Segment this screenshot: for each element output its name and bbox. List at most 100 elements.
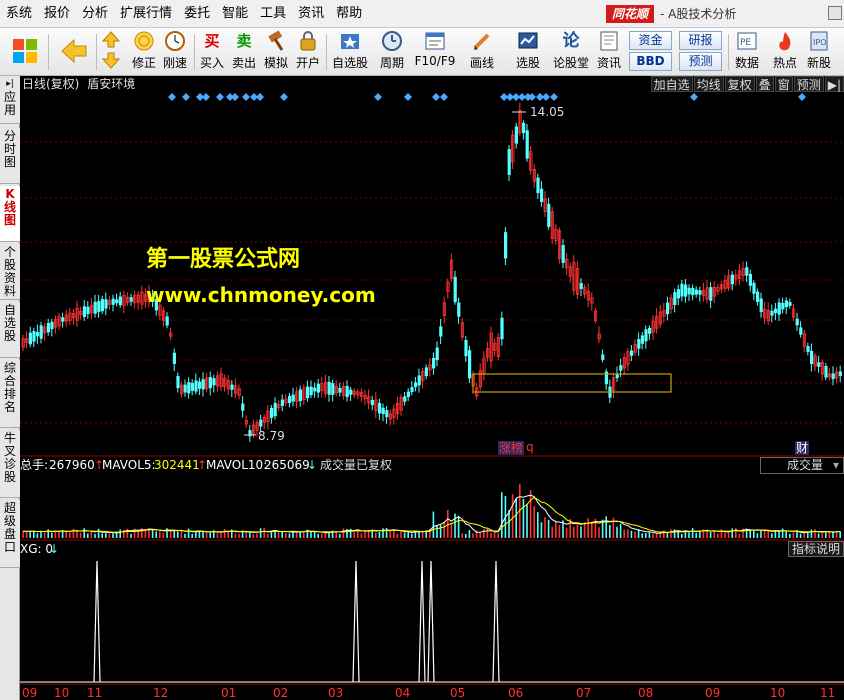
volume-adjust-note: 成交量已复权 — [320, 458, 393, 472]
new-stock-button[interactable]: IPO 新股 — [804, 30, 834, 74]
tab-super-level2[interactable]: 超级盘口 — [0, 500, 20, 568]
signal-diamond-icon — [216, 93, 224, 101]
menu-smart[interactable]: 智能 — [216, 0, 254, 28]
menu-help[interactable]: 帮助 — [330, 0, 368, 28]
expand-button[interactable]: ▶| — [824, 76, 844, 92]
speed-test-button[interactable]: 刚速 — [160, 30, 190, 74]
finance-event-label[interactable]: 财 — [795, 441, 810, 455]
ma-button[interactable]: 均线 — [693, 76, 724, 92]
back-button[interactable] — [56, 30, 92, 74]
candle-body — [467, 350, 472, 379]
tab-diagnosis[interactable]: 牛叉诊股 — [0, 430, 20, 498]
candle-body — [748, 273, 753, 286]
signal-diamond-icon — [404, 93, 412, 101]
adjust-button[interactable]: 复权 — [724, 76, 755, 92]
menu-quote[interactable]: 报价 — [38, 0, 76, 28]
tab-apps[interactable]: ▸| 应用 — [0, 76, 20, 124]
news-button[interactable]: 资讯 — [594, 30, 624, 74]
window-button[interactable]: 窗 — [774, 76, 793, 92]
mavol10-label: MAVOL10: — [206, 458, 268, 472]
ipo-icon: IPO — [808, 30, 830, 52]
candle-body — [457, 302, 461, 317]
watchlist-button[interactable]: 自选股 — [330, 30, 370, 74]
candle-body — [540, 188, 544, 203]
forum-button[interactable]: 论 论股堂 — [552, 30, 590, 74]
menu-news[interactable]: 资讯 — [292, 0, 330, 28]
signal-diamond-icon — [550, 93, 558, 101]
signal-spike — [427, 560, 435, 683]
news-icon — [598, 30, 620, 52]
indicator-explain-button[interactable]: 指标说明 — [788, 541, 844, 557]
menu-analysis[interactable]: 分析 — [76, 0, 114, 28]
toolbar-overflow[interactable] — [838, 30, 844, 74]
chart-header: 日线(复权) 盾安环境 加自选 均线 复权 叠 窗 预测 ▶| — [20, 76, 844, 92]
up-down-button[interactable] — [100, 30, 122, 74]
sell-button[interactable]: 卖 卖出 — [230, 30, 258, 74]
menu-tools[interactable]: 工具 — [254, 0, 292, 28]
chart-area[interactable] — [20, 92, 844, 686]
window-control-icon[interactable] — [828, 6, 842, 20]
candle-body — [676, 289, 681, 299]
x-tick-label: 05 — [450, 686, 466, 700]
candle-body — [406, 391, 411, 397]
stock-picker-button[interactable]: 选股 — [506, 30, 550, 74]
f10-button[interactable]: F10/F9 — [414, 30, 456, 74]
candle-body — [97, 301, 101, 312]
correct-button[interactable]: 修正 — [130, 30, 158, 74]
candle-body — [745, 267, 749, 276]
candle-body — [273, 402, 277, 417]
candle-body — [413, 382, 418, 388]
candle-body — [118, 296, 122, 306]
candle-body — [370, 400, 375, 406]
forecast-button[interactable]: 预测 — [679, 52, 722, 71]
candle-body — [673, 292, 677, 306]
draw-line-button[interactable]: 画线 — [462, 30, 502, 74]
candle-body — [298, 389, 303, 402]
volume-indicator-dropdown[interactable]: 成交量 ▾ — [760, 457, 844, 474]
hotspot-button[interactable]: 热点 — [770, 30, 800, 74]
simulate-button[interactable]: 模拟 — [262, 30, 290, 74]
q-event-label[interactable]: q — [526, 440, 534, 454]
fund-button[interactable]: 资金 — [629, 31, 672, 50]
candle-body — [439, 326, 443, 337]
clock-icon — [164, 30, 186, 52]
signal-diamond-icon — [256, 93, 264, 101]
signal-diamond-icon — [242, 93, 250, 101]
candle-body — [795, 318, 799, 326]
candle-body — [824, 366, 828, 378]
candle-body — [752, 282, 756, 294]
tab-watchlist[interactable]: 自选股 — [0, 302, 20, 358]
candle-body — [410, 387, 414, 392]
candle-body — [838, 371, 843, 376]
limit-up-event-label[interactable]: 涨榜 — [498, 441, 525, 455]
bbd-button[interactable]: BBD — [629, 52, 672, 71]
open-account-button[interactable]: 开户 — [294, 30, 322, 74]
candle-body — [579, 282, 583, 290]
buy-button[interactable]: 买 买入 — [198, 30, 226, 74]
period-button[interactable]: 周期 — [374, 30, 410, 74]
menu-system[interactable]: 系统 — [0, 0, 38, 28]
menu-trade[interactable]: 委托 — [178, 0, 216, 28]
candle-body — [291, 394, 295, 402]
candle-body — [100, 299, 104, 312]
app-menu-button[interactable] — [8, 30, 42, 74]
candle-body — [694, 289, 699, 295]
tab-intraday[interactable]: 分时图 — [0, 128, 20, 184]
candle-body — [774, 308, 778, 314]
data-button[interactable]: PE 数据 — [732, 30, 762, 74]
candle-body — [269, 407, 274, 418]
predict-button[interactable]: 预测 — [793, 76, 824, 92]
tab-profile[interactable]: 个股资料 — [0, 244, 20, 300]
document-icon — [424, 30, 446, 52]
tab-ranking[interactable]: 综合排名 — [0, 360, 20, 428]
candle-body — [35, 332, 40, 337]
add-watchlist-button[interactable]: 加自选 — [650, 76, 693, 92]
candle-body — [82, 306, 87, 317]
candle-body — [313, 387, 317, 392]
signal-diamond-icon — [231, 93, 239, 101]
research-button[interactable]: 研报 — [679, 31, 722, 50]
tab-kline[interactable]: K线图 — [0, 186, 20, 242]
overlay-button[interactable]: 叠 — [755, 76, 774, 92]
high-price-label: 14.05 — [530, 105, 565, 119]
menu-ext-market[interactable]: 扩展行情 — [114, 0, 178, 28]
